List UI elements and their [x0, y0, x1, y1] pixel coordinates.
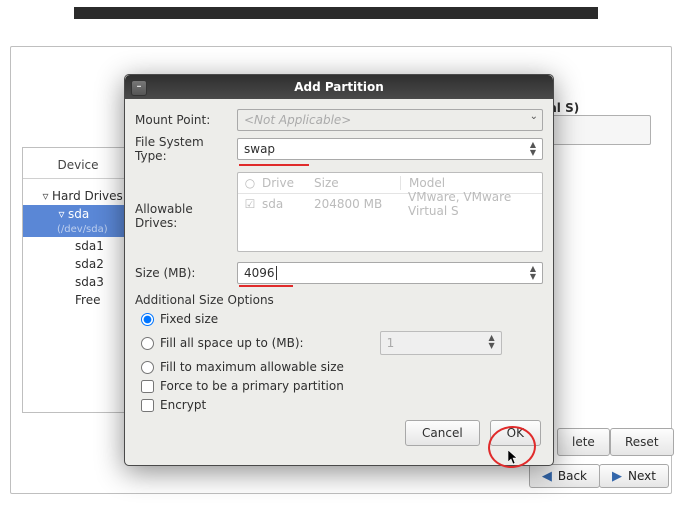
radio-fill-up-to[interactable]: Fill all space up to (MB): 1 ▲▼: [141, 331, 543, 355]
mount-point-combo[interactable]: <Not Applicable> ⌄: [237, 109, 543, 131]
additional-size-legend: Additional Size Options: [135, 293, 543, 307]
check-encrypt[interactable]: Encrypt: [141, 398, 543, 412]
back-button[interactable]: ◀ Back: [529, 464, 600, 488]
spinner-icon[interactable]: ▲▼: [526, 265, 540, 281]
tree-node-sda[interactable]: ▿sda (/dev/sda): [23, 205, 133, 237]
spinner-icon[interactable]: ▲▼: [526, 141, 540, 157]
reset-button[interactable]: Reset: [610, 428, 674, 456]
tree-node-sda2[interactable]: sda2: [23, 255, 133, 273]
checkbox-input[interactable]: [141, 399, 154, 412]
tree-node-sda3[interactable]: sda3: [23, 273, 133, 291]
expander-icon[interactable]: ▿: [41, 189, 52, 203]
top-strip: [74, 7, 598, 19]
allowable-drives-list[interactable]: ○ Drive Size Model ☑ sda 204800 MB VMwar…: [237, 172, 543, 252]
annotation-underline: [239, 164, 309, 166]
fs-type-combo[interactable]: swap ▲▼: [237, 138, 543, 160]
mount-point-label: Mount Point:: [135, 113, 237, 127]
tree-node-hard-drives[interactable]: ▿Hard Drives: [23, 187, 133, 205]
arrow-right-icon: ▶: [612, 469, 622, 484]
delete-button-partial[interactable]: lete: [557, 428, 610, 456]
size-label: Size (MB):: [135, 266, 237, 280]
tree-node-free[interactable]: Free: [23, 291, 133, 309]
expander-icon[interactable]: ▿: [57, 207, 68, 221]
checkbox-input[interactable]: [141, 380, 154, 393]
fs-type-label: File System Type:: [135, 135, 237, 163]
drive-row-checkbox[interactable]: ☑: [238, 197, 262, 211]
drive-row[interactable]: ☑ sda 204800 MB VMware, VMware Virtual S: [238, 194, 542, 214]
next-button[interactable]: ▶ Next: [599, 464, 669, 488]
column-header-device: Device: [23, 148, 133, 178]
dialog-title: Add Partition: [294, 80, 384, 94]
allowable-drives-label: Allowable Drives:: [135, 172, 237, 230]
dialog-titlebar[interactable]: – Add Partition: [125, 75, 553, 99]
column-header-model: Model: [400, 176, 542, 190]
column-header-size: Size: [314, 176, 400, 190]
device-tree: Device ▿Hard Drives ▿sda (/dev/sda) sda1…: [22, 147, 134, 413]
radio-fill-max[interactable]: Fill to maximum allowable size: [141, 360, 543, 374]
spinner-icon: ▲▼: [485, 334, 499, 350]
radio-input[interactable]: [141, 313, 154, 326]
radio-fixed-size[interactable]: Fixed size: [141, 312, 543, 326]
column-header-drive: Drive: [262, 176, 314, 190]
arrow-left-icon: ◀: [542, 469, 552, 484]
radio-input[interactable]: [141, 361, 154, 374]
size-input[interactable]: 4096 ▲▼: [237, 262, 543, 284]
cancel-button[interactable]: Cancel: [405, 420, 480, 446]
fill-up-to-spin: 1 ▲▼: [380, 331, 502, 355]
column-header-check: ○: [238, 176, 262, 190]
text-cursor: [276, 266, 277, 280]
check-force-primary[interactable]: Force to be a primary partition: [141, 379, 543, 393]
tree-node-sda1[interactable]: sda1: [23, 237, 133, 255]
radio-input[interactable]: [141, 337, 154, 350]
ok-button[interactable]: OK: [490, 420, 541, 446]
annotation-underline: [239, 285, 293, 287]
chevron-down-icon: ⌄: [530, 113, 538, 121]
add-partition-dialog: – Add Partition Mount Point: <Not Applic…: [124, 74, 554, 466]
minimize-icon[interactable]: –: [131, 80, 147, 96]
